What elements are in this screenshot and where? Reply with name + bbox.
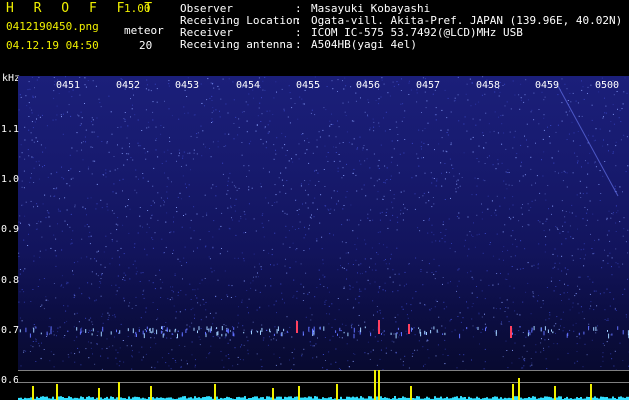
meteor-echo <box>296 321 298 333</box>
info-antenna: Receiving antenna : A504HB(yagi 4el) <box>180 39 622 51</box>
x-tick-label: 0454 <box>236 80 261 91</box>
strip-bar <box>410 386 412 400</box>
x-tick-label: 0455 <box>296 80 321 91</box>
spectrogram <box>18 76 629 370</box>
strip-bar <box>378 370 380 400</box>
strip-bar <box>590 384 592 400</box>
strip-bar <box>56 384 58 400</box>
info-value: A504HB(yagi 4el) <box>311 38 417 51</box>
strip-bar <box>554 386 556 400</box>
strip-bar <box>272 388 274 400</box>
strip-bar <box>118 382 120 400</box>
image-filename: 0412190450.png <box>6 20 99 33</box>
strip-bar <box>150 386 152 400</box>
meteor-echo <box>378 320 380 334</box>
strip-bar <box>214 384 216 400</box>
header-panel: H R O F F T 1.00 0412190450.png meteor 0… <box>0 0 629 76</box>
spectrogram-noise <box>18 76 629 370</box>
y-tick-label: 0.9 <box>1 224 20 235</box>
y-tick-label: 1.0 <box>1 174 20 185</box>
diagonal-streak <box>557 85 619 197</box>
strip-bar <box>98 388 100 400</box>
x-tick-label: 0453 <box>175 80 200 91</box>
strip-bar <box>336 384 338 400</box>
x-tick-label: 0452 <box>116 80 141 91</box>
x-tick-label: 0456 <box>356 80 381 91</box>
x-tick-label: 0457 <box>416 80 441 91</box>
y-tick-label: 0.8 <box>1 275 20 286</box>
strip-bar <box>32 386 34 400</box>
strip-bar <box>518 378 520 400</box>
station-info: Observer : Masayuki Kobayashi Receiving … <box>180 3 622 51</box>
strip-bar <box>298 386 300 400</box>
x-tick-label: 0451 <box>56 80 81 91</box>
info-key: Receiving antenna <box>180 38 293 51</box>
meteor-echo <box>408 324 410 334</box>
x-tick-label: 0459 <box>535 80 560 91</box>
y-tick-label: 0.7 <box>1 325 20 336</box>
meteor-echo <box>510 326 512 338</box>
y-tick-label: 0.6 <box>1 375 20 386</box>
observation-datetime: 04.12.19 04:50 <box>6 39 99 52</box>
strip-bar <box>374 370 376 400</box>
meteor-count-strip <box>18 370 629 400</box>
y-tick-label: 1.1 <box>1 124 20 135</box>
meteor-count: 20 <box>139 39 153 52</box>
x-tick-label: 0458 <box>476 80 501 91</box>
x-tick-label: 0500 <box>595 80 620 91</box>
meteor-label: meteor <box>124 24 164 37</box>
meteor-count-bars <box>18 370 629 400</box>
strip-bar <box>512 384 514 400</box>
app-version: 1.00 <box>124 2 151 15</box>
info-separator: : <box>295 38 302 51</box>
